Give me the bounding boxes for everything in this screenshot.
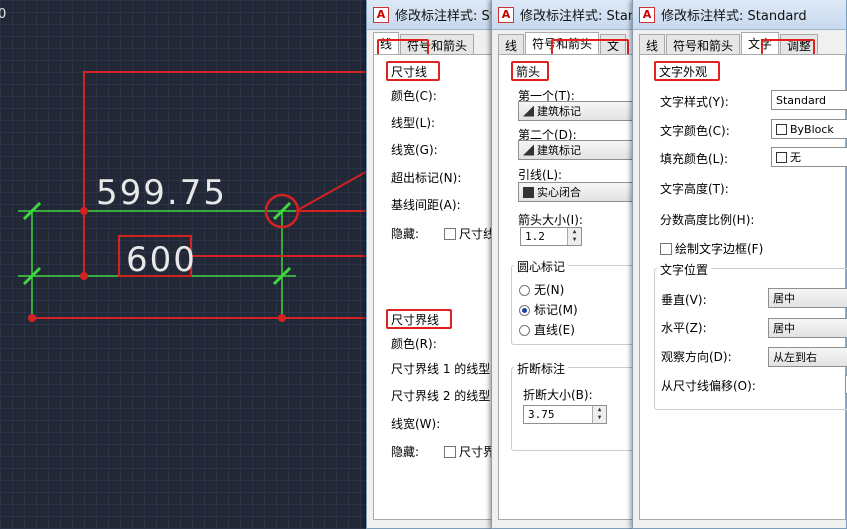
- checkbox-box: [660, 243, 672, 255]
- dim-lineweight-label: 线宽(G):: [391, 143, 438, 157]
- section-text-appearance-highlight: [654, 61, 720, 81]
- radio-mark[interactable]: 标记(M): [519, 301, 578, 318]
- text-style-select[interactable]: Standard: [771, 90, 847, 110]
- dialog-title: 修改标注样式: Standard: [520, 9, 636, 24]
- point-marker: [80, 207, 88, 215]
- section-arrowheads-highlight: [511, 61, 549, 81]
- dialog-title: 修改标注样式: Standard: [661, 9, 807, 24]
- checkbox-box: [444, 228, 456, 240]
- spin-arrows-icon[interactable]: ▲ ▼: [567, 228, 581, 245]
- text-color-label: 文字颜色(C):: [660, 124, 730, 138]
- ext-lineweight-label: 线宽(W):: [391, 417, 441, 431]
- dialog-lines: A 修改标注样式: Standard 线 符号和箭头 尺寸线 颜色(C): 线型…: [366, 0, 498, 529]
- dialog-titlebar[interactable]: A 修改标注样式: Standard: [367, 0, 497, 30]
- color-swatch-icon: [776, 151, 787, 163]
- fill-color-select[interactable]: 无: [771, 147, 847, 167]
- extend-ticks-label: 超出标记(N):: [391, 171, 462, 185]
- autocad-logo-icon: A: [373, 6, 389, 23]
- suppress-ext-line-checkbox[interactable]: 尺寸界: [444, 443, 495, 460]
- point-marker: [80, 272, 88, 280]
- point-marker: [278, 314, 286, 322]
- fill-color-label: 填充颜色(L):: [660, 152, 729, 166]
- leader-select[interactable]: 实心闭合: [518, 182, 648, 202]
- dim-text-top: 599.75: [96, 173, 227, 213]
- spin-arrows-icon[interactable]: ▲ ▼: [592, 406, 606, 423]
- radio-line[interactable]: 直线(E): [519, 321, 575, 338]
- point-marker: [28, 314, 36, 322]
- arch-tick-icon: [523, 105, 534, 117]
- radio-circle-selected: [519, 305, 530, 316]
- center-marks-title: 圆心标记: [514, 258, 569, 275]
- dim-text-bottom: 600: [126, 240, 197, 280]
- vertical-select[interactable]: 居中: [768, 288, 847, 308]
- ext-line2-label: 尺寸界线 2 的线型: [391, 389, 491, 403]
- autocad-logo-icon: A: [498, 6, 514, 23]
- tab-pane-symbols-arrows: 箭头 第一个(T): 建筑标记 第二个(D): 建筑标记 引线(L): 实心闭合…: [498, 54, 651, 520]
- horizontal-select[interactable]: 居中: [768, 318, 847, 338]
- horizontal-label: 水平(Z):: [661, 321, 707, 335]
- tab-symbols-arrows[interactable]: 符号和箭头: [666, 34, 741, 54]
- first-arrow-select[interactable]: 建筑标记: [518, 101, 648, 121]
- dialog-symbols-arrows: A 修改标注样式: Standard 线 符号和箭头 文 箭头 第一个(T): …: [491, 0, 651, 529]
- radio-none[interactable]: 无(N): [519, 281, 564, 298]
- corner-text: 0: [0, 7, 6, 22]
- dialog-title: 修改标注样式: Standard: [395, 9, 497, 24]
- offset-label: 从尺寸线偏移(O):: [661, 379, 756, 393]
- checkbox-box: [444, 446, 456, 458]
- vertical-label: 垂直(V):: [661, 293, 707, 307]
- arrow-size-label: 箭头大小(I):: [518, 213, 583, 227]
- dialog-text: A 修改标注样式: Standard 线 符号和箭头 文字 调整 文字外观 文字…: [632, 0, 847, 529]
- baseline-spacing-label: 基线间距(A):: [391, 198, 461, 212]
- radio-circle: [519, 325, 530, 336]
- fraction-scale-label: 分数高度比例(H):: [660, 213, 755, 227]
- tab-lines[interactable]: 线: [639, 34, 666, 54]
- ext-suppress-label: 隐藏:: [391, 445, 420, 459]
- arch-tick-icon: [523, 144, 534, 156]
- break-size-spinner[interactable]: 3.75 ▲ ▼: [523, 405, 607, 424]
- text-style-label: 文字样式(Y):: [660, 95, 729, 109]
- color-swatch-icon: [776, 123, 787, 135]
- second-arrow-select[interactable]: 建筑标记: [518, 140, 648, 160]
- break-title: 折断标注: [514, 360, 569, 377]
- tab-pane-lines: 尺寸线 颜色(C): 线型(L): 线宽(G): 超出标记(N): 基线间距(A…: [373, 54, 497, 520]
- view-direction-label: 观察方向(D):: [661, 350, 732, 364]
- ext-line1-label: 尺寸界线 1 的线型: [391, 362, 491, 376]
- text-color-select[interactable]: ByBlock: [771, 119, 847, 139]
- leader-label: 引线(L):: [518, 168, 563, 182]
- draw-frame-checkbox[interactable]: 绘制文字边框(F): [660, 240, 763, 257]
- suppress-dim-line-checkbox[interactable]: 尺寸线: [444, 225, 495, 242]
- ext-color-label: 颜色(R):: [391, 337, 437, 351]
- dialog-titlebar[interactable]: A 修改标注样式: Standard: [633, 0, 846, 30]
- closed-filled-icon: [523, 186, 534, 198]
- autocad-logo-icon: A: [639, 6, 655, 23]
- tab-lines[interactable]: 线: [498, 34, 525, 54]
- radio-circle: [519, 285, 530, 296]
- dim-suppress-label: 隐藏:: [391, 227, 420, 241]
- arrow-size-spinner[interactable]: 1.2 ▲ ▼: [520, 227, 582, 246]
- section-dim-line-highlight: [386, 61, 440, 81]
- view-direction-select[interactable]: 从左到右: [768, 347, 847, 367]
- section-ext-line-highlight: [386, 309, 452, 329]
- dim-linetype-label: 线型(L):: [391, 116, 436, 130]
- text-placement-title: 文字位置: [657, 261, 712, 278]
- dialog-titlebar[interactable]: A 修改标注样式: Standard: [492, 0, 636, 30]
- break-size-label: 折断大小(B):: [523, 388, 593, 402]
- tab-pane-text: 文字外观 文字样式(Y): Standard 文字颜色(C): ByBlock …: [639, 54, 847, 520]
- dim-color-label: 颜色(C):: [391, 89, 437, 103]
- text-height-label: 文字高度(T):: [660, 182, 729, 196]
